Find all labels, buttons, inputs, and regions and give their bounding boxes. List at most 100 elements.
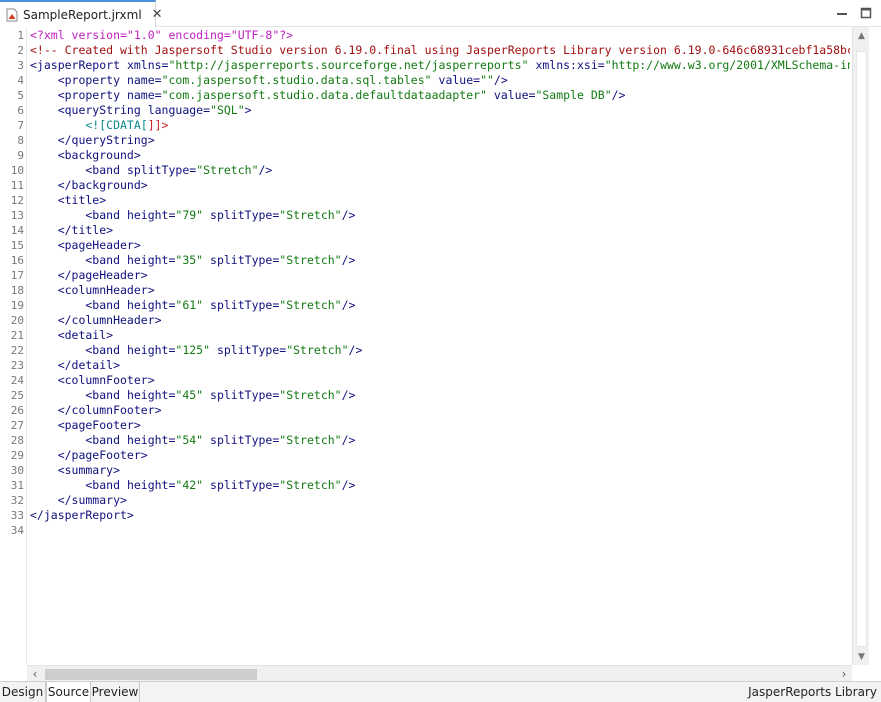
code-line[interactable]: </columnHeader> (30, 313, 162, 328)
code-line[interactable]: <?xml version="1.0" encoding="UTF-8"?> (30, 28, 293, 43)
code-token: splitType= (203, 478, 280, 492)
code-token: <band (30, 478, 127, 492)
minimize-icon[interactable] (835, 6, 849, 20)
code-line[interactable]: <band height="79" splitType="Stretch"/> (30, 208, 355, 223)
code-area[interactable]: <?xml version="1.0" encoding="UTF-8"?> <!… (30, 27, 850, 665)
maximize-icon[interactable] (859, 6, 873, 20)
line-number: 22 (10, 344, 24, 357)
code-line[interactable]: <band height="125" splitType="Stretch"/> (30, 343, 362, 358)
code-line[interactable]: <columnHeader> (30, 283, 155, 298)
vertical-scroll-thumb[interactable] (856, 51, 867, 647)
code-token: </jasperReport> (30, 508, 134, 522)
code-token: ]]> (147, 118, 169, 132)
code-line[interactable]: <band height="35" splitType="Stretch"/> (30, 253, 355, 268)
code-token: "SQL" (210, 103, 245, 117)
code-token: splitType= (210, 343, 287, 357)
code-token: <band (30, 253, 127, 267)
code-token: /> (341, 208, 356, 222)
code-token: <summary> (30, 463, 121, 477)
tab-source[interactable]: Source (46, 682, 91, 702)
vertical-scrollbar[interactable]: ▲ ▼ (852, 27, 869, 665)
code-line[interactable]: </detail> (30, 358, 120, 373)
code-token: name= (126, 88, 162, 102)
code-line[interactable]: <![CDATA[]]> (30, 118, 168, 133)
code-line[interactable]: <band height="61" splitType="Stretch"/> (30, 298, 355, 313)
code-token: splitType= (126, 163, 197, 177)
close-icon[interactable]: ✕ (152, 8, 163, 21)
scroll-right-icon[interactable]: › (836, 666, 852, 682)
code-line[interactable]: <summary> (30, 463, 120, 478)
line-number: 8 (17, 134, 24, 147)
code-line[interactable]: <property name="com.jaspersoft.studio.da… (30, 88, 626, 103)
code-line[interactable]: </title> (30, 223, 113, 238)
horizontal-scrollbar[interactable]: ‹ › (27, 665, 852, 681)
code-token: <queryString (30, 103, 148, 117)
code-token: </columnHeader> (30, 313, 162, 327)
code-token: </queryString> (30, 133, 155, 147)
line-number: 4 (17, 74, 24, 87)
code-token: splitType= (203, 298, 280, 312)
horizontal-scroll-thumb[interactable] (45, 669, 257, 680)
code-token: "Stretch" (196, 163, 259, 177)
code-token: <pageHeader> (30, 238, 141, 252)
code-line[interactable]: <jasperReport xmlns="http://jasperreport… (30, 58, 850, 73)
code-token: </detail> (30, 358, 121, 372)
code-token: <band (30, 388, 127, 402)
code-token: /> (341, 298, 356, 312)
scroll-up-icon[interactable]: ▲ (853, 27, 870, 44)
code-token: value= (431, 73, 481, 87)
source-editor[interactable]: 1 2 3 4 5 6 7 8 9 10 11 12 13 14 15 16 17 18 19 20 21 22 23 24 2… (0, 27, 881, 665)
code-line[interactable]: </columnFooter> (30, 403, 162, 418)
line-number: 28 (10, 434, 24, 447)
editor-tab[interactable]: SampleReport.jrxml ✕ (0, 0, 163, 27)
code-line[interactable]: <property name="com.jaspersoft.studio.da… (30, 73, 508, 88)
code-line[interactable]: </queryString> (30, 133, 155, 148)
code-line[interactable]: </pageHeader> (30, 268, 148, 283)
code-token: "42" (175, 478, 204, 492)
code-line[interactable]: </jasperReport> (30, 508, 134, 523)
code-token: <![CDATA[ (30, 118, 148, 132)
code-line[interactable]: <pageFooter> (30, 418, 141, 433)
code-line[interactable]: <title> (30, 193, 106, 208)
code-token: </title> (30, 223, 114, 237)
line-number: 7 (17, 119, 24, 132)
code-token: /> (493, 73, 508, 87)
code-token: height= (126, 388, 176, 402)
code-token: splitType= (203, 433, 280, 447)
code-line[interactable]: <band height="54" splitType="Stretch"/> (30, 433, 355, 448)
tab-preview[interactable]: Preview (91, 682, 140, 702)
code-line[interactable]: <queryString language="SQL"> (30, 103, 252, 118)
tab-design[interactable]: Design (0, 682, 46, 702)
code-line[interactable]: <band splitType="Stretch"/> (30, 163, 272, 178)
status-label: JasperReports Library (748, 685, 877, 699)
code-token: <!-- Created with Jaspersoft Studio vers… (30, 43, 850, 57)
code-line[interactable]: <background> (30, 148, 141, 163)
code-token: "61" (175, 298, 204, 312)
code-token: <?xml version="1.0" encoding="UTF-8"?> (30, 28, 294, 42)
scroll-left-icon[interactable]: ‹ (27, 666, 43, 682)
code-line[interactable]: <band height="42" splitType="Stretch"/> (30, 478, 355, 493)
code-line[interactable]: <columnFooter> (30, 373, 155, 388)
line-number: 19 (10, 299, 24, 312)
line-number: 11 (10, 179, 24, 192)
code-token: "79" (175, 208, 204, 222)
code-token: xmlns= (126, 58, 169, 72)
code-token: splitType= (203, 388, 280, 402)
code-line[interactable]: <band height="45" splitType="Stretch"/> (30, 388, 355, 403)
line-number: 13 (10, 209, 24, 222)
jasper-report-icon (6, 8, 18, 22)
code-token: <band (30, 433, 127, 447)
line-number-gutter: 1 2 3 4 5 6 7 8 9 10 11 12 13 14 15 16 17 18 19 20 21 22 23 24 2… (0, 27, 27, 665)
code-line[interactable]: </pageFooter> (30, 448, 148, 463)
line-number: 16 (10, 254, 24, 267)
code-token: /> (258, 163, 273, 177)
code-line[interactable]: </background> (30, 178, 148, 193)
code-line[interactable]: <detail> (30, 328, 113, 343)
code-line[interactable]: </summary> (30, 493, 127, 508)
code-token: /> (341, 433, 356, 447)
code-token: <band (30, 208, 127, 222)
code-line[interactable]: <!-- Created with Jaspersoft Studio vers… (30, 43, 850, 58)
scroll-down-icon[interactable]: ▼ (853, 648, 870, 665)
code-line[interactable]: <pageHeader> (30, 238, 141, 253)
code-token: > (244, 103, 252, 117)
